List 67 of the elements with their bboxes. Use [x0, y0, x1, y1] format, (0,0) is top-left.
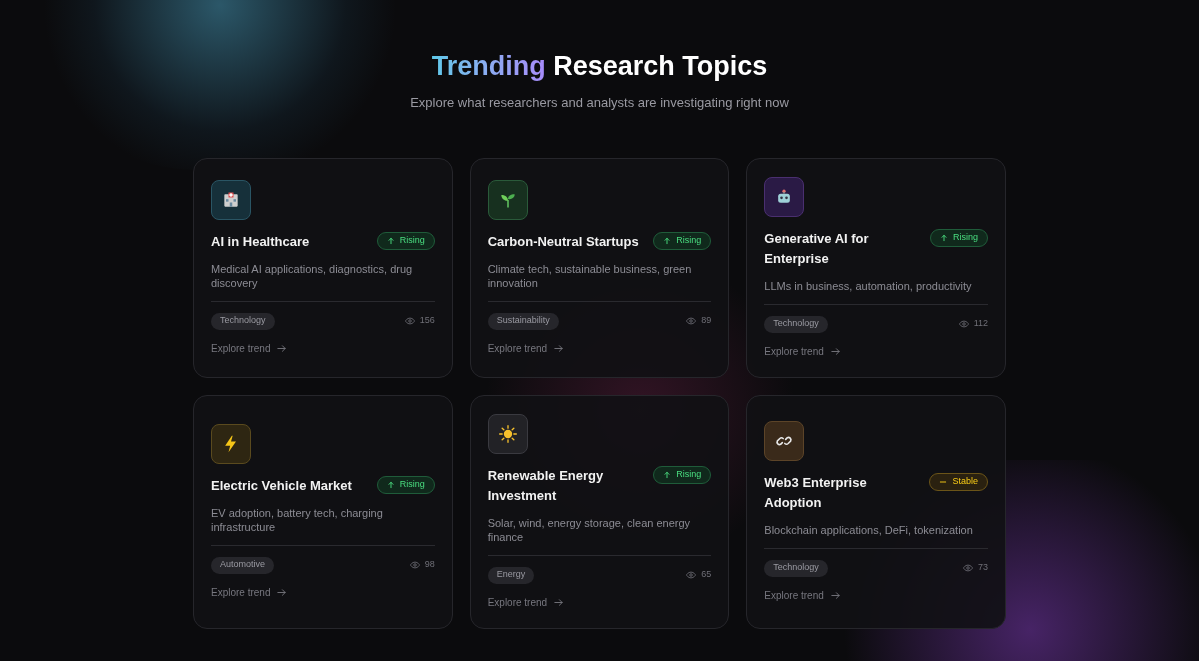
- view-count: 98: [424, 558, 435, 572]
- trend-badge: Stable: [929, 472, 988, 491]
- topic-title: Electric Vehicle Market: [211, 476, 352, 495]
- explore-trend-link[interactable]: Explore trend: [211, 340, 288, 356]
- topic-description: Medical AI applications, diagnostics, drug discovery: [211, 261, 414, 290]
- eye-icon: [404, 316, 415, 326]
- category-tag: Sustainability: [487, 312, 559, 330]
- topic-description: Climate tech, sustainable business, green innovation: [487, 261, 693, 290]
- topic-description: Solar, wind, energy storage, clean energy finance: [487, 515, 692, 544]
- view-count: 156: [419, 314, 435, 328]
- view-count: 89: [701, 314, 712, 328]
- category-tag: Technology: [764, 315, 828, 333]
- sun-icon: [487, 413, 528, 454]
- explore-trend-link[interactable]: Explore trend: [487, 340, 565, 356]
- explore-trend-link[interactable]: Explore trend: [211, 584, 288, 600]
- eye-icon: [962, 563, 973, 573]
- eye-icon: [958, 319, 969, 329]
- topic-card[interactable]: Electric Vehicle Market Rising EV adoption, battery tech, charging infrastructure Automotive 98 Explore trend: [193, 394, 453, 629]
- eye-icon: [686, 570, 697, 580]
- trend-badge: Rising: [376, 231, 435, 250]
- eye-icon: [409, 560, 420, 570]
- hospital-icon: [211, 179, 251, 220]
- topic-card[interactable]: AI in Healthcare Rising Medical AI applications, diagnostics, drug discovery Technology 156 Explore trend: [193, 157, 453, 378]
- view-count: 112: [973, 317, 988, 331]
- explore-trend-link[interactable]: Explore trend: [487, 594, 565, 610]
- topic-title: AI in Healthcare: [211, 232, 310, 251]
- robot-icon: [764, 176, 805, 217]
- link-icon: [764, 420, 805, 461]
- up-arrow-icon: [663, 470, 672, 479]
- arrow-right-icon: [829, 345, 841, 357]
- up-arrow-icon: [386, 480, 395, 489]
- arrow-right-icon: [276, 342, 288, 354]
- eye-icon: [686, 316, 697, 326]
- category-tag: Automotive: [211, 556, 275, 574]
- category-tag: Technology: [211, 312, 275, 330]
- topic-title: Generative AI for Enterprise: [764, 229, 870, 268]
- topic-card[interactable]: Web3 Enterprise Adoption Stable Blockchain applications, DeFi, tokenization Technology 73 Explore trend: [746, 394, 1006, 629]
- topic-card[interactable]: Renewable Energy Investment Rising Solar, wind, energy storage, clean energy finance Energy 65 Explore trend: [469, 394, 730, 629]
- up-arrow-icon: [939, 233, 948, 242]
- category-tag: Technology: [764, 559, 828, 577]
- topic-card[interactable]: Generative AI for Enterprise Rising LLMs in business, automation, productivity Technology 112 Explore trend: [746, 157, 1006, 378]
- lightning-icon: [211, 423, 251, 464]
- up-arrow-icon: [663, 236, 672, 245]
- trend-badge: Rising: [929, 228, 988, 247]
- trend-badge: Rising: [376, 475, 435, 494]
- trend-badge: Rising: [653, 231, 712, 250]
- arrow-right-icon: [553, 596, 565, 608]
- topic-card[interactable]: Carbon-Neutral Startups Rising Climate tech, sustainable business, green innovation Sustainability 89 Explore trend: [469, 157, 730, 378]
- topic-title: Carbon-Neutral Startups: [487, 232, 639, 251]
- up-arrow-icon: [386, 236, 395, 245]
- page-subtitle: Explore what researchers and analysts are investigating right now: [410, 94, 789, 112]
- arrow-right-icon: [276, 586, 288, 598]
- explore-trend-link[interactable]: Explore trend: [764, 343, 841, 359]
- view-count: 73: [977, 561, 988, 575]
- topic-title: Web3 Enterprise Adoption: [764, 473, 868, 512]
- topic-title: Renewable Energy Investment: [487, 466, 605, 505]
- explore-trend-link[interactable]: Explore trend: [764, 587, 841, 603]
- page-title: Trending Research Topics: [431, 50, 768, 83]
- arrow-right-icon: [829, 589, 841, 601]
- view-count: 65: [701, 568, 712, 582]
- category-tag: Energy: [487, 566, 535, 584]
- seedling-icon: [487, 179, 528, 220]
- arrow-right-icon: [553, 342, 565, 354]
- trend-badge: Rising: [653, 465, 712, 484]
- topic-description: LLMs in business, automation, productivity: [764, 278, 973, 293]
- topic-description: EV adoption, battery tech, charging infrastructure: [211, 505, 384, 534]
- topic-description: Blockchain applications, DeFi, tokenization: [764, 522, 974, 537]
